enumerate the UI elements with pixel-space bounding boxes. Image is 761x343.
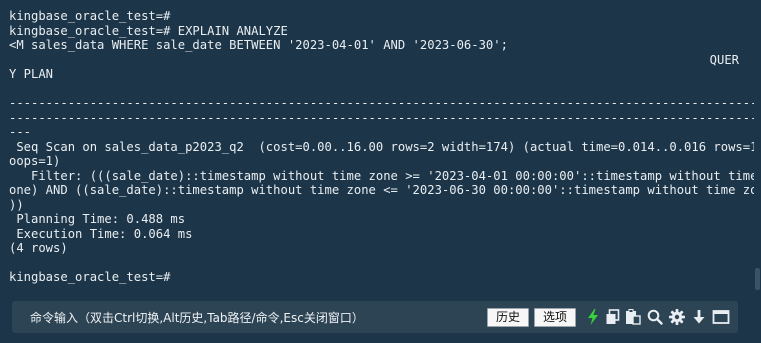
terminal-line: oops=1) [9,154,61,168]
terminal-line: (4 rows) [9,241,68,255]
terminal-line: Execution Time: 0.064 ms [9,226,193,241]
terminal-line: kingbase_oracle_test=# EXPLAIN ANALYZE [9,23,288,38]
lightning-icon[interactable] [584,308,602,326]
terminal-line: <M sales_data WHERE sale_date BETWEEN '2… [9,38,508,52]
terminal-line: Filter: (((sale_date)::timestamp without… [9,168,754,183]
search-icon[interactable] [646,308,664,326]
history-button[interactable]: 历史 [487,308,529,327]
options-button[interactable]: 选项 [534,308,576,327]
copy-icon[interactable] [604,308,622,326]
terminal-line: kingbase_oracle_test=# [9,9,171,23]
gear-icon[interactable] [668,308,686,326]
terminal-line: one) AND ((sale_date)::timestamp without… [9,183,754,197]
terminal-line: )) [9,197,24,212]
terminal-line: ----------------------------------------… [9,110,754,125]
terminal-line: --- [9,125,32,139]
terminal-scrollbar[interactable] [753,0,761,298]
paste-icon[interactable] [624,308,642,326]
terminal-line: kingbase_oracle_test=# [9,270,171,284]
terminal-line: Y PLAN [9,67,54,81]
terminal-line: Seq Scan on sales_data_p2023_q2 (cost=0.… [9,139,754,154]
terminal-output: kingbase_oracle_test=# kingbase_oracle_t… [9,9,754,285]
terminal-window[interactable]: kingbase_oracle_test=# kingbase_oracle_t… [0,0,761,343]
terminal-line: QUER [709,52,739,67]
command-input[interactable]: 命令输入（双击Ctrl切换,Alt历史,Tab路径/命令,Esc关闭窗口） [30,309,364,326]
window-icon[interactable] [712,308,730,326]
download-arrow-icon[interactable] [690,308,708,326]
terminal-line: Planning Time: 0.488 ms [9,212,186,226]
scrollbar-thumb[interactable] [755,268,760,290]
command-bar[interactable]: 命令输入（双击Ctrl切换,Alt历史,Tab路径/命令,Esc关闭窗口） 历史… [12,301,738,333]
terminal-line: ----------------------------------------… [9,96,754,110]
